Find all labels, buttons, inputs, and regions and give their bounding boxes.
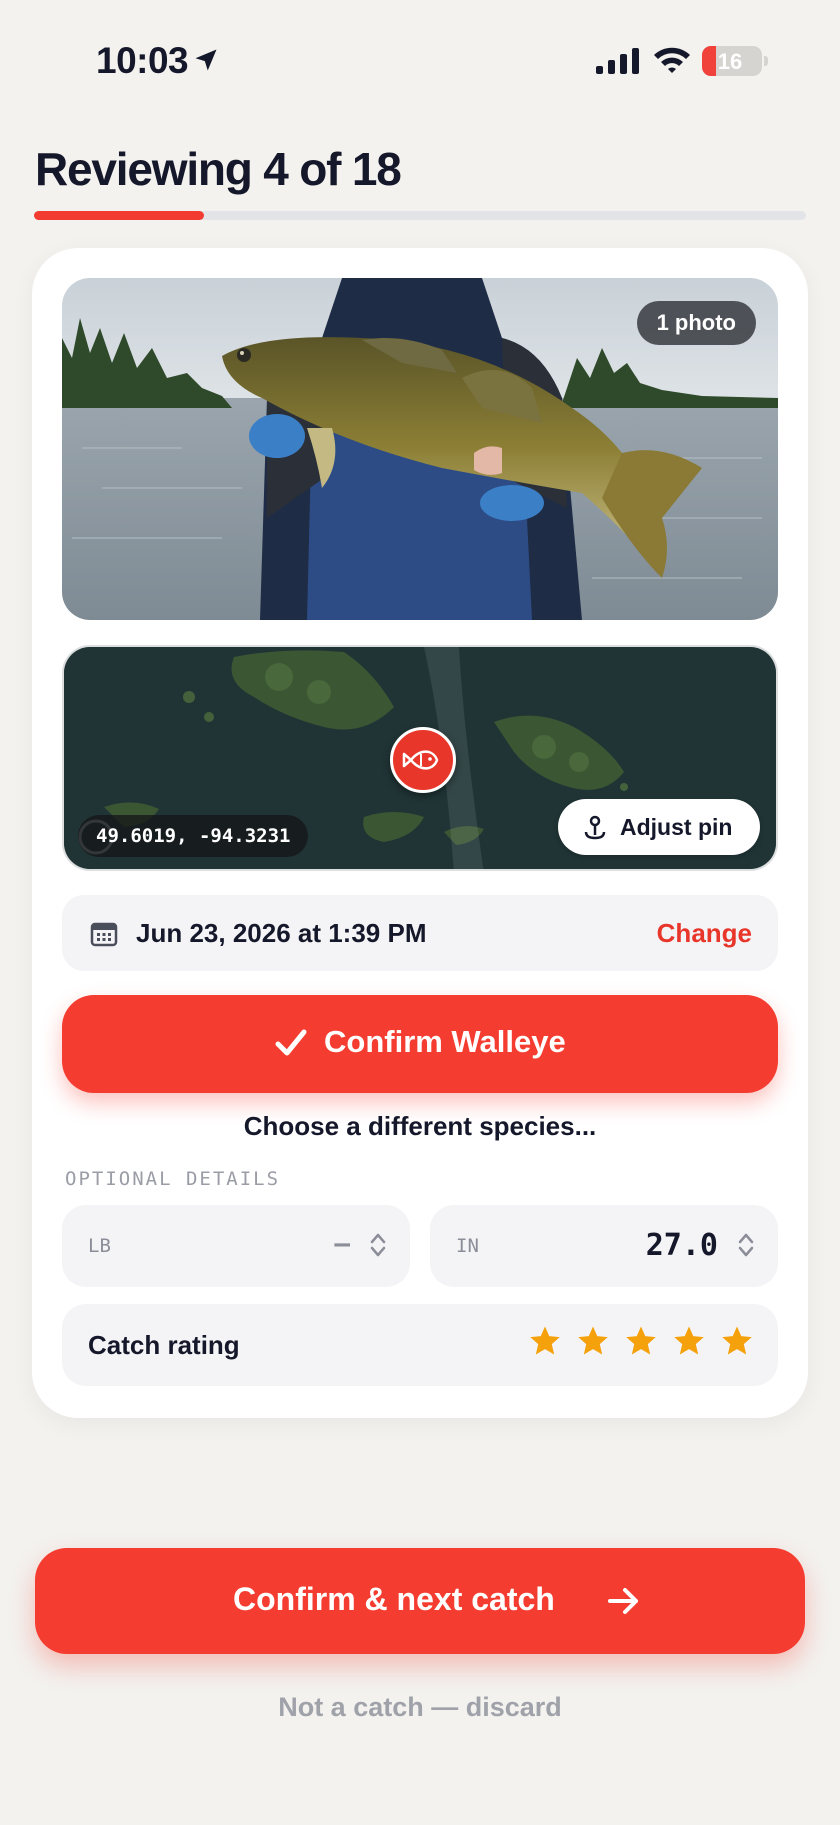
- weight-unit: LB: [88, 1235, 111, 1257]
- confirm-next-catch-label: Confirm & next catch: [233, 1581, 555, 1617]
- weight-stepper[interactable]: LB —: [62, 1205, 410, 1287]
- review-progress-bar: [34, 211, 806, 220]
- battery-icon: 16: [702, 46, 762, 76]
- status-bar: 10:03 16: [0, 0, 840, 120]
- confirm-species-button[interactable]: Confirm Walleye: [62, 995, 778, 1093]
- location-arrow-icon: [195, 49, 217, 71]
- confirm-next-catch-button[interactable]: Confirm & next catch: [35, 1548, 805, 1654]
- star-icon[interactable]: [624, 1324, 658, 1358]
- catch-photo[interactable]: 1 photo: [62, 278, 778, 620]
- wifi-icon: [654, 47, 690, 73]
- star-icon[interactable]: [720, 1324, 754, 1358]
- adjust-pin-label: Adjust pin: [620, 814, 733, 840]
- review-progress-fill: [34, 211, 204, 220]
- checkmark-icon: [275, 1029, 307, 1056]
- change-date-button[interactable]: Change: [657, 918, 752, 949]
- length-unit: IN: [456, 1235, 479, 1257]
- length-stepper[interactable]: IN 27.0: [430, 1205, 778, 1287]
- cellular-signal-icon: [596, 48, 639, 74]
- coordinates-readout: 49.6019, -94.3231: [78, 815, 309, 857]
- weight-value: —: [334, 1229, 350, 1259]
- fish-icon: [402, 750, 439, 770]
- page-title: Reviewing 4 of 18: [35, 143, 402, 195]
- catch-date-row[interactable]: Jun 23, 2026 at 1:39 PM Change: [62, 895, 778, 971]
- length-value: 27.0: [645, 1228, 718, 1263]
- arrow-right-icon: [608, 1588, 638, 1614]
- battery-level: 16: [717, 49, 743, 74]
- optional-details-heading: OPTIONAL DETAILS: [65, 1168, 281, 1190]
- photo-count-badge: 1 photo: [636, 301, 756, 345]
- stepper-chevrons-icon[interactable]: [370, 1231, 386, 1259]
- choose-different-species-link[interactable]: Choose a different species...: [62, 1111, 778, 1142]
- calendar-icon: [90, 922, 118, 947]
- fish-location-pin[interactable]: [390, 727, 456, 793]
- catch-date-text: Jun 23, 2026 at 1:39 PM: [136, 918, 427, 948]
- star-icon[interactable]: [528, 1324, 562, 1358]
- star-icon[interactable]: [576, 1324, 610, 1358]
- catch-location-map[interactable]: 49.6019, -94.3231 Adjust pin: [62, 645, 778, 871]
- catch-rating-row: Catch rating: [62, 1304, 778, 1386]
- confirm-species-label: Confirm Walleye: [324, 1024, 566, 1059]
- discard-link[interactable]: Not a catch — discard: [0, 1692, 840, 1723]
- catch-rating-label: Catch rating: [88, 1330, 240, 1360]
- stepper-chevrons-icon[interactable]: [738, 1231, 754, 1259]
- adjust-pin-button[interactable]: Adjust pin: [558, 799, 760, 855]
- status-time: 10:03: [96, 40, 189, 81]
- star-icon[interactable]: [672, 1324, 706, 1358]
- anchor-pin-icon: [584, 815, 606, 840]
- star-rating[interactable]: [528, 1324, 754, 1358]
